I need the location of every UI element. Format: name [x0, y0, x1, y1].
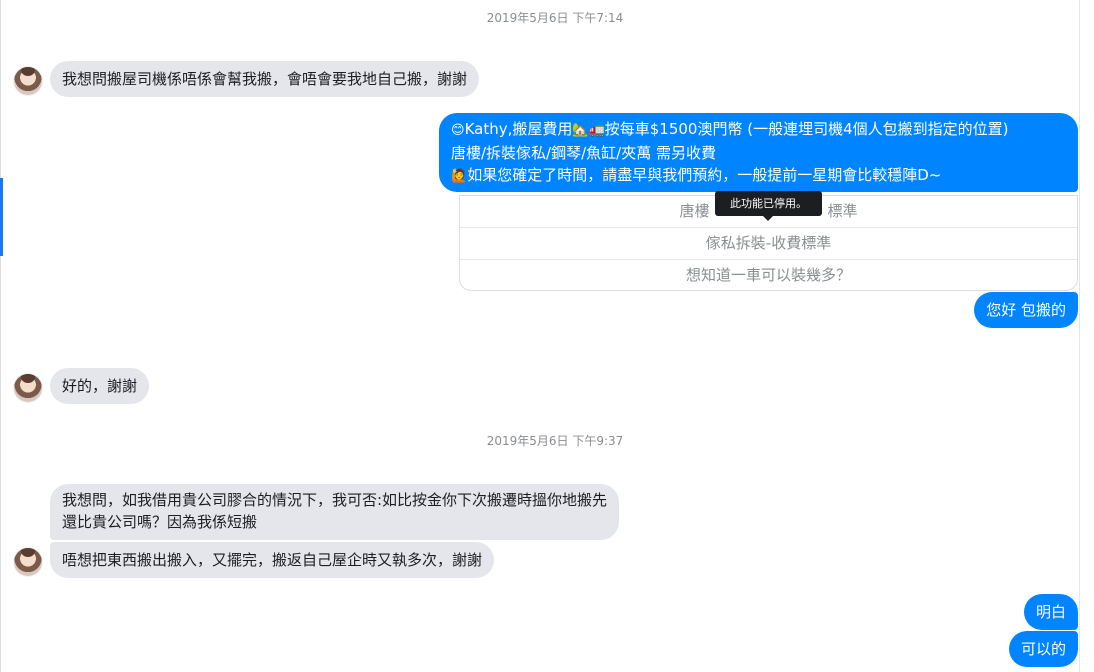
- message-line: 唐樓/拆裝傢私/鋼琴/魚缸/夾萬 需另收費: [451, 144, 716, 162]
- avatar[interactable]: [14, 548, 42, 576]
- message-line: 如果您確定了時間，請盡早與我們預約，一般提前一星期會比較穩陣D~: [467, 166, 942, 184]
- outgoing-message[interactable]: 明白: [1023, 594, 1078, 630]
- incoming-message[interactable]: 我想問搬屋司機係唔係會幫我搬，會唔會要我地自己搬，謝謝: [50, 61, 480, 97]
- smile-emoji-icon: 😊: [451, 123, 465, 138]
- message-line: 我想問，如我借用貴公司膠合的情況下，我可否:如比按金你下次搬遷時搵你地搬先: [62, 491, 608, 509]
- quick-reply-label: 標準: [827, 202, 858, 220]
- truck-emoji-icon: 🚛: [588, 123, 605, 138]
- outgoing-message[interactable]: 😊Kathy,搬屋費用🏡🚛按每車$1500澳門幣 (一般連埋司機4個人包搬到指定…: [439, 113, 1078, 192]
- person-emoji-icon: 🙋: [451, 169, 468, 184]
- incoming-message[interactable]: 我想問，如我借用貴公司膠合的情況下，我可否:如比按金你下次搬遷時搵你地搬先 還比…: [50, 484, 620, 540]
- disabled-tooltip: 此功能已停用。: [715, 191, 822, 221]
- message-line: 還比貴公司嗎？因為我係短搬: [62, 513, 258, 531]
- quick-reply-label: 唐樓: [679, 202, 710, 220]
- avatar[interactable]: [14, 67, 42, 95]
- selection-indicator: [0, 178, 3, 256]
- left-border: [0, 0, 1, 672]
- quick-reply-2[interactable]: 傢私拆裝-收費標準: [460, 228, 1077, 260]
- avatar[interactable]: [14, 374, 42, 402]
- outgoing-message[interactable]: 您好 包搬的: [974, 292, 1078, 328]
- incoming-message[interactable]: 好的，謝謝: [50, 368, 150, 404]
- house-emoji-icon: 🏡: [572, 123, 589, 138]
- outgoing-message[interactable]: 可以的: [1008, 631, 1078, 667]
- message-line: 按每車$1500澳門幣 (一般連埋司機4個人包搬到指定的位置): [604, 120, 1009, 138]
- quick-reply-3[interactable]: 想知道一車可以裝幾多？: [460, 260, 1077, 290]
- timestamp: 2019年5月6日 下午9:37: [486, 434, 624, 448]
- timestamp: 2019年5月6日 下午7:14: [486, 11, 624, 25]
- right-border: [1079, 0, 1080, 672]
- incoming-message[interactable]: 唔想把東西搬出搬入，又擺完，搬返自己屋企時又執多次，謝謝: [50, 542, 495, 578]
- message-line: Kathy,搬屋費用: [464, 120, 573, 138]
